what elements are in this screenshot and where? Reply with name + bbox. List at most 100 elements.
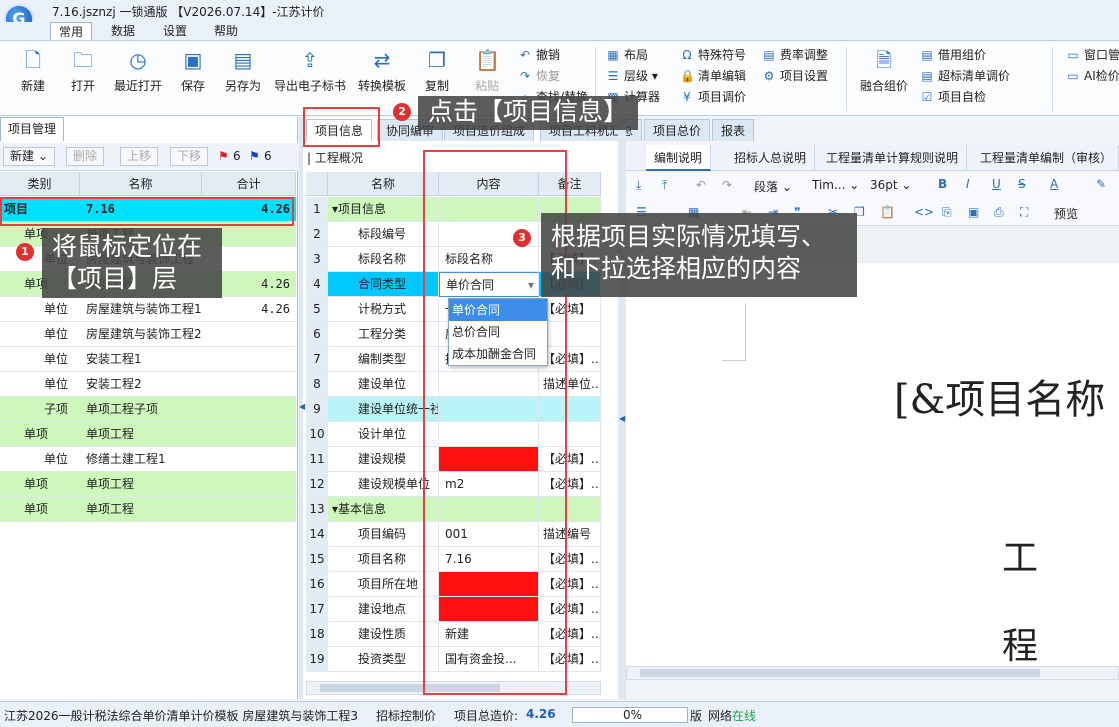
bold-icon[interactable]: B <box>938 177 947 191</box>
copy-button[interactable]: ❐ 复制 <box>420 47 454 94</box>
rate-adjust-button[interactable]: ▤ 费率调整 <box>762 46 828 63</box>
tree-row[interactable]: 单位 房屋建筑与装饰工程2 <box>0 322 296 347</box>
export-tender-button[interactable]: ⇪ 导出电子标书 <box>272 47 348 94</box>
save-as-button[interactable]: ▤ 另存为 <box>220 47 266 94</box>
menu-settings[interactable]: 设置 <box>155 22 195 40</box>
tree-total <box>204 372 290 396</box>
tree-category: 单位 <box>44 377 69 391</box>
underline-icon[interactable]: U <box>992 177 1001 191</box>
level-button[interactable]: ☰ 层级 ▾ <box>606 67 658 84</box>
row-index: 5 <box>306 297 328 322</box>
progress-text: 0% <box>623 708 643 722</box>
window-manage-button[interactable]: ▭ 窗口管 <box>1066 46 1119 63</box>
col-category[interactable]: 类别 <box>0 172 80 196</box>
project-price-adjust-button[interactable]: ¥ 项目调价 <box>680 88 746 105</box>
menu-help[interactable]: 帮助 <box>206 22 246 40</box>
paste-icon: 📋 <box>475 48 500 72</box>
special-symbol-button[interactable]: Ω 特殊符号 <box>680 46 746 63</box>
undo-button[interactable]: ↶ 撤销 <box>518 46 560 63</box>
tab-compile-notes[interactable]: 编制说明 <box>646 145 712 171</box>
tab-calc-rules[interactable]: 工程量清单计算规则说明 <box>818 145 968 171</box>
pagebreak-icon[interactable]: ⎘ <box>942 205 952 220</box>
open-button[interactable]: 🗀 打开 <box>64 47 102 94</box>
paste-button[interactable]: 📋 粘贴 <box>470 47 504 94</box>
level-icon: ☰ <box>607 69 619 83</box>
tab-list-compile[interactable]: 工程量清单编制（审核）说 <box>972 145 1119 191</box>
tree-delete-button[interactable]: 删除 <box>66 147 105 166</box>
ai-check-button[interactable]: ▭ AI检价 <box>1066 67 1119 84</box>
list-edit-button[interactable]: 🔒 清单编辑 <box>680 67 746 84</box>
collapse-left-icon[interactable]: ◀ <box>299 402 305 411</box>
menu-data[interactable]: 数据 <box>103 22 143 40</box>
fullscreen-icon[interactable]: ⛶ <box>1020 205 1028 220</box>
tree-row[interactable]: 子项 单项工程子项 <box>0 397 296 422</box>
preview-button[interactable]: 预览 <box>1054 205 1078 222</box>
doc-scroll-thumb[interactable] <box>640 669 1040 677</box>
col-total[interactable]: 合计 <box>202 172 296 196</box>
project-settings-button[interactable]: ⚙ 项目设置 <box>762 67 828 84</box>
convert-template-button[interactable]: ⇄ 转换模板 <box>354 47 410 94</box>
tree-total <box>204 397 290 421</box>
doc-page[interactable]: [&项目名称 工 程 <box>626 263 1119 666</box>
doc-paste-icon[interactable]: 📋 <box>880 205 895 219</box>
page-corner-mark <box>722 303 746 361</box>
col-index <box>306 172 328 196</box>
network-label: 网络 <box>708 709 733 723</box>
new-button[interactable]: 🗋 新建 <box>14 47 52 94</box>
callout-3-line1: 根据项目实际情况填写、 <box>551 222 827 251</box>
red-flag-icon[interactable]: ⚑ <box>218 149 229 163</box>
menu-common[interactable]: 常用 <box>50 22 93 40</box>
tab-project-total[interactable]: 项目总价 <box>644 119 711 141</box>
tree-category: 单位 <box>44 452 69 466</box>
tree-row[interactable]: 单项 单项工程 <box>0 422 296 447</box>
doc-save-icon[interactable]: ▣ <box>968 205 979 219</box>
italic-icon[interactable]: I <box>966 177 970 191</box>
collapse-mid-icon[interactable]: ◀ <box>619 414 625 423</box>
recent-open-button[interactable]: ◷ 最近打开 <box>110 47 166 94</box>
tree-row[interactable]: 单项 单项工程 <box>0 472 296 497</box>
col-name[interactable]: 名称 <box>80 172 202 196</box>
rate-label: 费率调整 <box>780 48 829 62</box>
tab-tenderer-notes[interactable]: 招标人总说明 <box>726 145 816 171</box>
export-doc-icon[interactable]: ⤒ <box>662 178 667 193</box>
row-index: 4 <box>306 272 328 297</box>
tree-category: 子项 <box>44 402 69 416</box>
font-size-select[interactable]: 36pt ⌄ <box>870 178 911 192</box>
mid-splitter[interactable] <box>618 117 626 699</box>
callout-1: 将鼠标定位在 【项目】层 <box>42 228 222 298</box>
layout-button[interactable]: ▦ 布局 <box>606 46 648 63</box>
tree-up-button[interactable]: 上移 <box>120 147 159 166</box>
ribbon-separator <box>1052 47 1053 111</box>
tree-row[interactable]: 单位 安装工程1 <box>0 347 296 372</box>
tree-row[interactable]: 单位 安装工程2 <box>0 372 296 397</box>
merge-pricing-button[interactable]: 🗎 融合组价 <box>856 47 912 94</box>
tree-row[interactable]: 单位 房屋建筑与装饰工程1 4.26 <box>0 297 296 322</box>
status-control-price: 招标控制价 <box>376 709 437 723</box>
strikethrough-icon[interactable]: S <box>1018 177 1026 191</box>
borrow-pricing-button[interactable]: ▤ 借用组价 <box>920 46 986 63</box>
doc-undo-icon[interactable]: ↶ <box>696 178 706 192</box>
doc-redo-icon[interactable]: ↷ <box>722 178 732 192</box>
print-icon[interactable]: ⎙ <box>994 205 1004 220</box>
save-button[interactable]: ▣ 保存 <box>174 47 212 94</box>
font-color-icon[interactable]: A <box>1050 177 1058 191</box>
blue-flag-icon[interactable]: ⚑ <box>249 149 260 163</box>
self-check-button[interactable]: ☑ 项目自检 <box>920 88 986 105</box>
rate-icon: ▤ <box>763 48 775 62</box>
code-icon[interactable]: <> <box>914 205 934 219</box>
font-select[interactable]: Tim... ⌄ <box>812 178 859 192</box>
import-icon[interactable]: ⤓ <box>636 178 641 193</box>
tree-category: 单项 <box>24 502 49 516</box>
redo-button[interactable]: ↷ 恢复 <box>518 67 560 84</box>
tree-row[interactable]: 单项 单项工程 <box>0 497 296 522</box>
redo-label: 恢复 <box>536 69 561 83</box>
paragraph-select[interactable]: 段落 ⌄ <box>754 178 792 195</box>
tree-row[interactable]: 单位 修缮土建工程1 <box>0 447 296 472</box>
tree-new-button[interactable]: 新建 ⌄ <box>3 147 55 166</box>
project-manage-tab[interactable]: 项目管理 <box>0 117 64 141</box>
tab-report[interactable]: 报表 <box>712 119 755 141</box>
tree-total <box>204 322 290 346</box>
tree-down-button[interactable]: 下移 <box>170 147 209 166</box>
highlight-icon[interactable]: ✎ <box>1096 177 1106 191</box>
over-list-adjust-button[interactable]: ▤ 超标清单调价 <box>920 67 1010 84</box>
